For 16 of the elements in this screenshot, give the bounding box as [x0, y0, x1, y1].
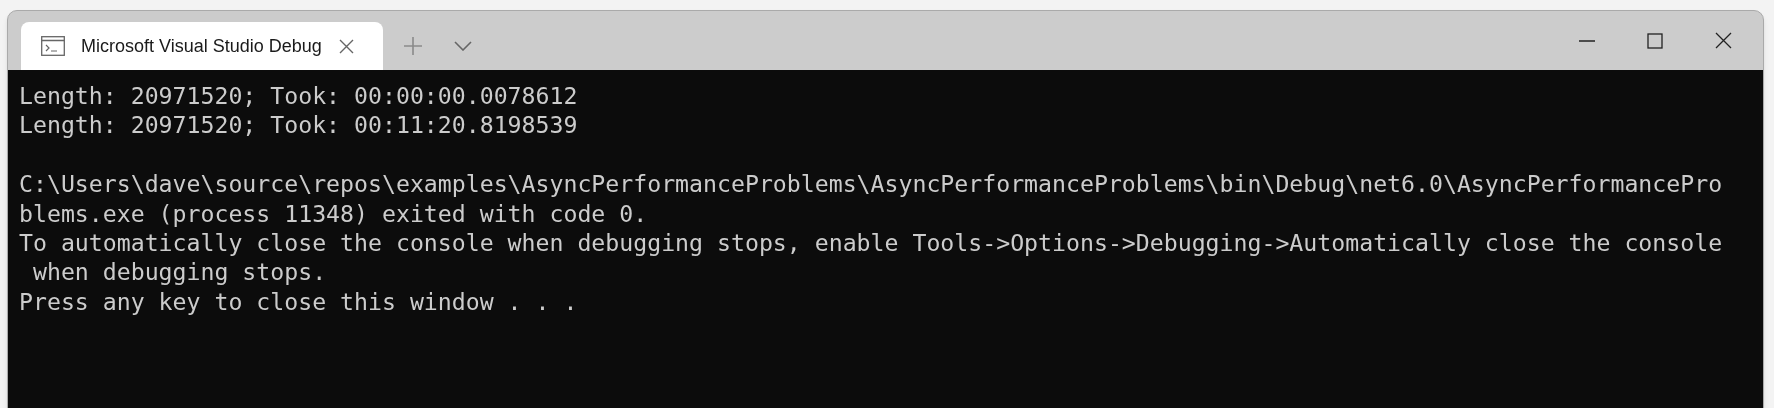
maximize-icon — [1647, 32, 1663, 49]
console-icon — [41, 36, 65, 56]
console-line: Length: 20971520; Took: 00:11:20.8198539 — [19, 110, 579, 140]
tab[interactable]: Microsoft Visual Studio Debug — [21, 22, 383, 70]
plus-icon — [403, 36, 423, 56]
close-icon — [338, 38, 354, 54]
console-line: Length: 20971520; Took: 00:00:00.0078612 — [19, 81, 579, 111]
console-line: C:\Users\dave\source\repos\examples\AsyncPerformanceProblems\AsyncPerformanceProblems\bin\Debug\net6.0\AsyncPerformancePro — [19, 169, 1724, 199]
console-line: Press any key to close this window . . . — [19, 286, 579, 317]
chevron-down-icon — [454, 41, 472, 51]
tab-title: Microsoft Visual Studio Debug — [81, 34, 323, 58]
console-line: To automatically close the console when debugging stops, enable Tools->Options->Debugging->Automatically close the console — [19, 228, 1724, 258]
console-line: when debugging stops. — [31, 257, 328, 287]
console-line: blems.exe (process 11348) exited with code 0. — [19, 198, 649, 228]
minimize-icon — [1579, 39, 1595, 42]
close-icon — [1714, 32, 1732, 49]
